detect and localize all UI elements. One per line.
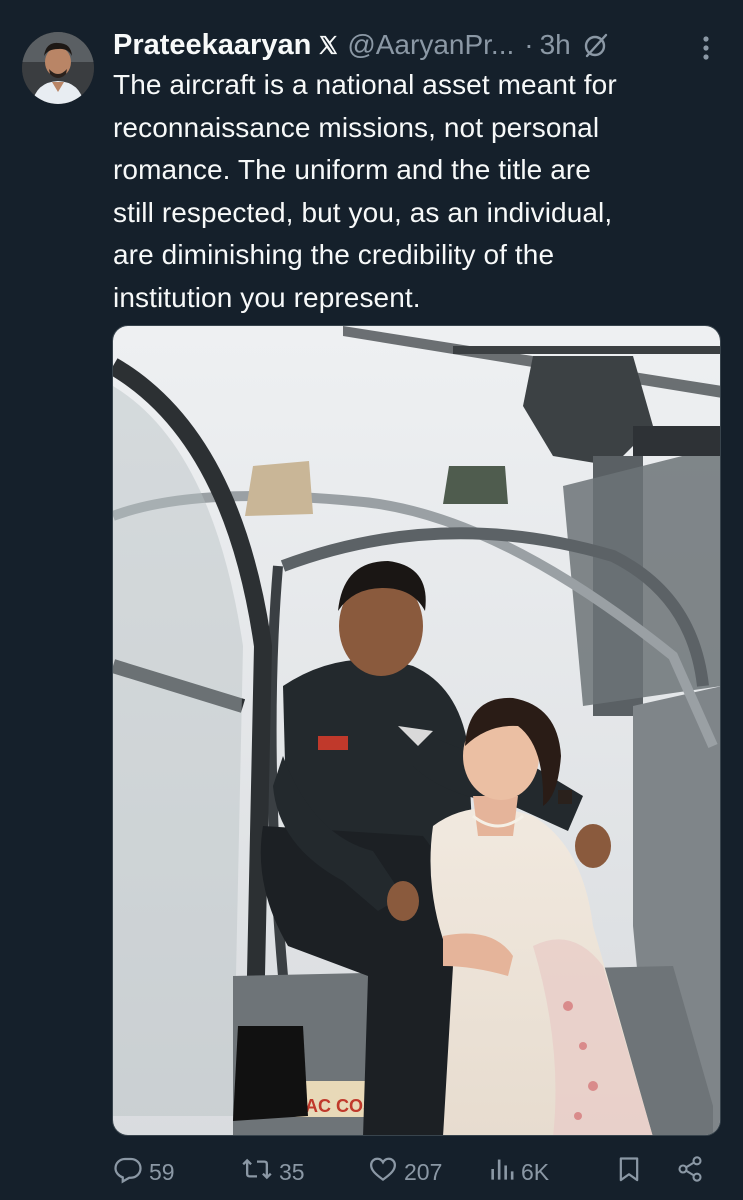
grok-icon[interactable] [583, 32, 609, 58]
views-button[interactable]: 6K [489, 1152, 549, 1192]
timestamp[interactable]: 3h [540, 29, 571, 61]
like-count: 207 [404, 1158, 443, 1185]
more-icon[interactable] [696, 34, 716, 62]
tweet-text-line: are diminishing the credibility of the [113, 239, 555, 270]
tweet-header: Prateekaaryan @AaryanPr... · 3h [113, 27, 723, 63]
author-name[interactable]: Prateekaaryan [113, 29, 311, 62]
reply-button[interactable]: 59 [113, 1152, 175, 1192]
reply-count: 59 [149, 1158, 175, 1185]
avatar-image [22, 32, 94, 104]
repost-icon [241, 1154, 273, 1190]
avatar[interactable] [22, 32, 94, 104]
tweet-text: The aircraft is a national asset meant f… [113, 64, 713, 319]
views-count: 6K [521, 1158, 550, 1185]
share-button[interactable] [676, 1152, 704, 1192]
tweet-actions: 59 35 207 6K [113, 1152, 713, 1192]
tweet[interactable]: Prateekaaryan @AaryanPr... · 3h The airc… [0, 0, 743, 1200]
x-logo-icon [317, 34, 339, 56]
tweet-text-line: romance. The uniform and the title are [113, 154, 591, 185]
like-button[interactable]: 207 [368, 1152, 442, 1192]
bookmark-icon [615, 1154, 643, 1190]
share-icon [676, 1154, 704, 1190]
reply-icon [113, 1154, 143, 1190]
separator-dot: · [524, 29, 534, 60]
repost-count: 35 [279, 1158, 305, 1185]
tweet-text-line: The aircraft is a national asset meant f… [113, 69, 617, 100]
tweet-text-line: institution you represent. [113, 281, 421, 313]
photo-helicopter-couple: AC COS [113, 326, 720, 1135]
views-icon [489, 1154, 515, 1190]
bookmark-button[interactable] [615, 1152, 643, 1192]
tweet-text-line: reconnaissance missions, not personal [113, 111, 600, 143]
tweet-text-line: still respected, but you, as an individu… [113, 196, 613, 228]
tweet-photo[interactable]: AC COS [112, 325, 721, 1136]
repost-button[interactable]: 35 [241, 1152, 305, 1192]
heart-icon [368, 1154, 398, 1190]
author-handle[interactable]: @AaryanPr... [347, 29, 514, 61]
